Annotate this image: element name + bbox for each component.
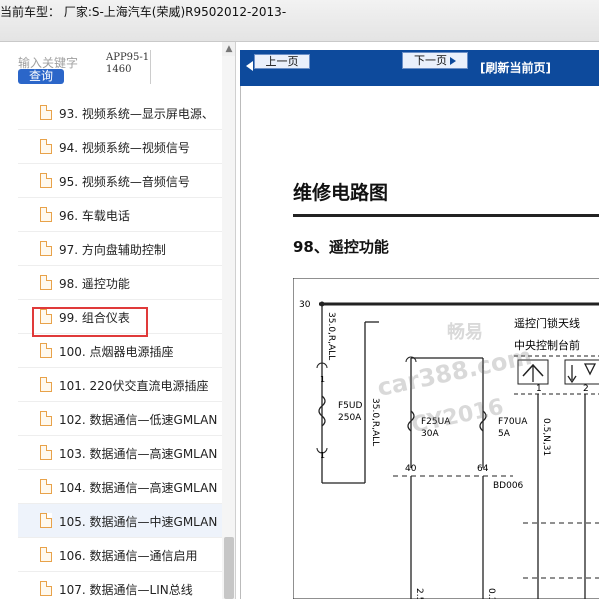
title-bar: 当前车型： 厂家:S-上海汽车(荣威)R9502012-2013-	[0, 0, 599, 42]
antenna-triangle-icon	[583, 363, 597, 376]
module-pin-2: 2	[583, 384, 589, 394]
fuse1-name: F5UD	[338, 401, 362, 411]
tree-item-label: 103. 数据通信—高速GMLAN	[59, 447, 218, 461]
document-icon	[40, 173, 52, 188]
wire-label-c: 0.5,N,31	[541, 418, 551, 456]
arrow-left-icon[interactable]	[246, 61, 253, 71]
right-panel: 上一页 下一页 [刷新当前页] 维修电路图 98、遥控功能 30 35.0,R,…	[240, 42, 599, 599]
page-nav-bar: 上一页 下一页 [刷新当前页]	[240, 50, 599, 86]
bus-label: 30	[299, 300, 311, 310]
wiring-diagram: 30 35.0,R,ALL 1 F5UD 250A 1 35.0,R,ALL F…	[293, 278, 599, 599]
query-button[interactable]: 查询	[18, 69, 64, 84]
wire-label-a: 35.0,R,ALL	[326, 312, 336, 360]
tree-item-label: 105. 数据通信—中速GMLAN	[59, 515, 218, 529]
chapter-tree: 93. 视频系统—显示屏电源、 94. 视频系统—视频信号 95. 视频系统—音频信…	[18, 96, 222, 599]
document-icon	[40, 581, 52, 596]
selection-highlight	[32, 307, 148, 337]
arrow-right-icon	[450, 57, 456, 65]
document-icon	[40, 207, 52, 222]
document-code: APP95-11460	[106, 52, 150, 75]
document-icon	[40, 547, 52, 562]
tree-item-label: 100. 点烟器电源插座	[59, 345, 174, 359]
tree-item[interactable]: 106. 数据通信—通信启用	[18, 538, 222, 572]
document-icon	[40, 445, 52, 460]
scrollbar[interactable]	[222, 42, 235, 599]
document-icon	[40, 241, 52, 256]
tree-item[interactable]: 105. 数据通信—中速GMLAN	[18, 504, 222, 538]
document-icon	[40, 479, 52, 494]
vehicle-title: 当前车型： 厂家:S-上海汽车(荣威)R9502012-2013-	[0, 5, 287, 19]
document-icon	[40, 377, 52, 392]
tree-item[interactable]: 101. 220伏交直流电源插座	[18, 368, 222, 402]
tree-item[interactable]: 97. 方向盘辅助控制	[18, 232, 222, 266]
tree-item[interactable]: 104. 数据通信—高速GMLAN	[18, 470, 222, 504]
tree-item-label: 96. 车载电话	[59, 209, 130, 223]
document-title: 维修电路图	[293, 182, 389, 204]
tree-item-label: 98. 遥控功能	[59, 277, 130, 291]
next-page-button[interactable]: 下一页	[402, 52, 468, 69]
tree-item-label: 93. 视频系统—显示屏电源、	[59, 107, 214, 121]
divider	[150, 50, 151, 84]
pin-40: 40	[405, 464, 417, 474]
left-panel: 输入关键字 查询 APP95-11460 93. 视频系统—显示屏电源、 94. …	[0, 42, 236, 599]
pin-1-bottom: 1	[320, 451, 325, 460]
search-input[interactable]: 输入关键字	[18, 54, 84, 70]
tree-item-label: 106. 数据通信—通信启用	[59, 549, 198, 563]
tree-item-label: 97. 方向盘辅助控制	[59, 243, 166, 257]
document-icon	[40, 343, 52, 358]
document-icon	[40, 275, 52, 290]
next-page-label: 下一页	[414, 54, 447, 67]
wire-label-e: 0.35	[486, 588, 496, 599]
connector-label: BD006	[493, 481, 524, 491]
tree-item-label: 94. 视频系统—视频信号	[59, 141, 190, 155]
section-title: 98、遥控功能	[293, 238, 389, 256]
watermark-1: 畅易	[447, 322, 483, 343]
scroll-up-icon[interactable]: ▲	[222, 42, 235, 56]
prev-page-button[interactable]: 上一页	[254, 54, 310, 69]
tree-item-label: 102. 数据通信—低速GMLAN	[59, 413, 218, 427]
tree-item[interactable]: 95. 视频系统—音频信号	[18, 164, 222, 198]
tree-item-label: 107. 数据通信—LIN总线	[59, 583, 193, 597]
document-icon	[40, 105, 52, 120]
module-label-1: 遥控门锁天线	[514, 316, 580, 330]
title-rule	[293, 214, 599, 217]
tree-item[interactable]: 103. 数据通信—高速GMLAN	[18, 436, 222, 470]
tree-item-label: 104. 数据通信—高速GMLAN	[59, 481, 218, 495]
tree-item[interactable]: 94. 视频系统—视频信号	[18, 130, 222, 164]
tree-item[interactable]: 98. 遥控功能	[18, 266, 222, 300]
tree-item[interactable]: 107. 数据通信—LIN总线	[18, 572, 222, 599]
document-icon	[40, 139, 52, 154]
tree-item[interactable]: 100. 点烟器电源插座	[18, 334, 222, 368]
wire-label-b: 35.0,R,ALL	[370, 398, 380, 446]
fuse1-rating: 250A	[338, 413, 362, 423]
document-icon	[40, 411, 52, 426]
refresh-page-link[interactable]: [刷新当前页]	[480, 59, 551, 76]
tree-item[interactable]: 102. 数据通信—低速GMLAN	[18, 402, 222, 436]
tree-item[interactable]: 93. 视频系统—显示屏电源、	[18, 96, 222, 130]
pin-64: 64	[477, 464, 489, 474]
tree-item-label: 101. 220伏交直流电源插座	[59, 379, 209, 393]
pin-1-top: 1	[320, 375, 325, 384]
document-page: 维修电路图 98、遥控功能 30 35.0,R,ALL 1 F5UD 250A …	[240, 86, 599, 599]
document-icon	[40, 513, 52, 528]
tree-item[interactable]: 96. 车载电话	[18, 198, 222, 232]
wire-label-d: 2.5	[414, 588, 424, 599]
app-window: 当前车型： 厂家:S-上海汽车(荣威)R9502012-2013- 输入关键字 …	[0, 0, 599, 599]
fuse3-rating: 5A	[498, 429, 511, 439]
tree-item-label: 95. 视频系统—音频信号	[59, 175, 190, 189]
scroll-thumb[interactable]	[224, 537, 234, 599]
module-pin-1: 1	[536, 384, 542, 394]
